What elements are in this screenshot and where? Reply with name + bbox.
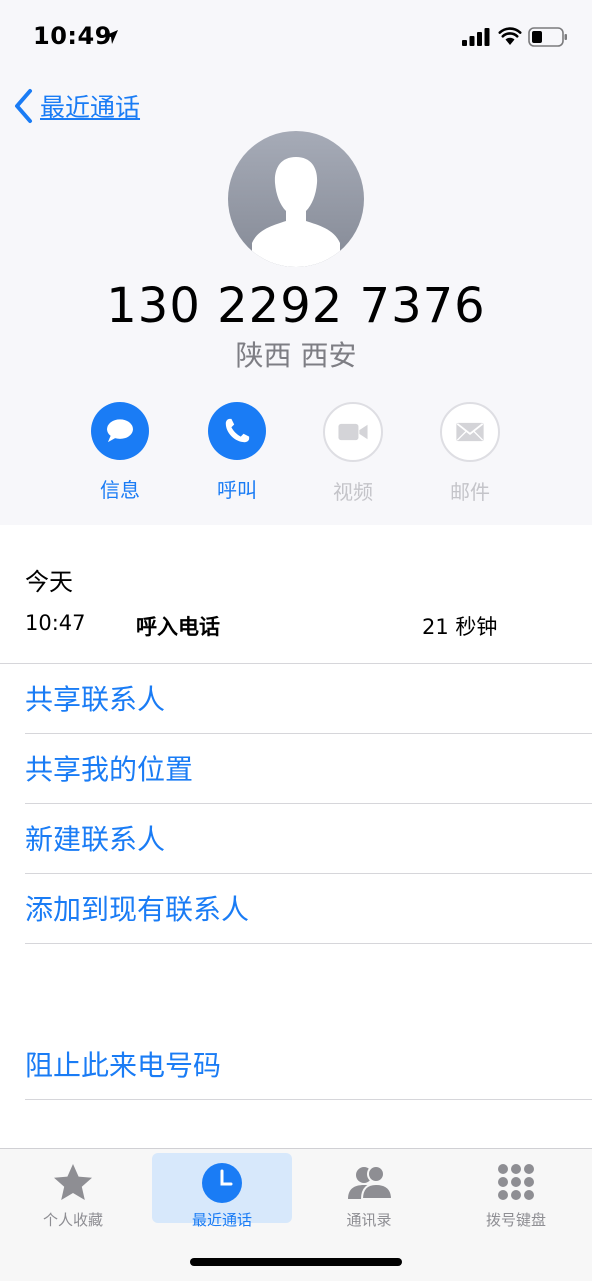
location-arrow-icon: [104, 30, 118, 44]
mail-action[interactable]: 邮件: [412, 402, 528, 505]
mail-action-label: 邮件: [450, 480, 490, 504]
tab-contacts[interactable]: 通讯录: [299, 1153, 439, 1229]
call-log-type: 呼入电话: [136, 615, 220, 639]
video-icon: [338, 423, 368, 441]
call-action-circle: [208, 402, 266, 460]
back-button-label: 最近通话: [40, 93, 141, 122]
divider: [25, 803, 592, 804]
video-action[interactable]: 视频: [295, 402, 411, 505]
star-icon: [54, 1164, 92, 1200]
block-caller-button[interactable]: 阻止此来电号码: [25, 1034, 221, 1094]
video-action-circle: [323, 402, 383, 462]
call-log-time: 10:47: [25, 611, 86, 635]
call-log-day: 今天: [25, 568, 73, 596]
tab-recents-label: 最近通话: [191, 1211, 252, 1229]
contact-location: 陕西 西安: [235, 339, 357, 372]
tab-favorites-label: 个人收藏: [42, 1211, 103, 1229]
message-action-circle: [91, 402, 149, 460]
share-my-location-button[interactable]: 共享我的位置: [25, 738, 193, 798]
create-new-contact-button[interactable]: 新建联系人: [25, 808, 165, 868]
call-action-label: 呼叫: [217, 478, 257, 502]
person-silhouette-icon: [228, 131, 364, 267]
tab-favorites[interactable]: 个人收藏: [3, 1153, 143, 1229]
phone-icon: [225, 418, 250, 443]
wifi-icon: [498, 27, 522, 45]
back-button[interactable]: 最近通话: [12, 86, 140, 126]
clock-icon: [202, 1163, 242, 1203]
status-time: 10:49: [33, 22, 112, 50]
battery-icon: [528, 27, 567, 47]
home-indicator: [190, 1258, 402, 1266]
contacts-icon: [348, 1165, 394, 1200]
chevron-left-icon: [15, 89, 32, 123]
divider: [0, 663, 592, 664]
tab-recents[interactable]: 最近通话: [152, 1153, 292, 1229]
mail-action-circle: [440, 402, 500, 462]
add-to-existing-contact-button[interactable]: 添加到现有联系人: [25, 878, 249, 938]
keypad-icon: [498, 1164, 534, 1200]
share-contact-button[interactable]: 共享联系人: [25, 668, 165, 728]
cellular-signal-icon: [462, 28, 490, 46]
divider: [25, 873, 592, 874]
mail-icon: [456, 422, 484, 442]
video-action-label: 视频: [333, 480, 373, 504]
tab-keypad-label: 拨号键盘: [485, 1211, 546, 1229]
contact-actions: 信息 呼叫 视频 邮件: [62, 402, 530, 512]
contact-avatar: [228, 131, 364, 267]
contact-phone-number: 130 2292 7376: [106, 278, 486, 334]
message-icon: [107, 419, 133, 443]
call-log-duration: 21 秒钟: [422, 615, 498, 639]
message-action[interactable]: 信息: [62, 402, 178, 503]
tab-contacts-label: 通讯录: [346, 1211, 392, 1229]
divider: [25, 733, 592, 734]
divider: [25, 1099, 592, 1100]
tab-keypad[interactable]: 拨号键盘: [446, 1153, 586, 1229]
call-action[interactable]: 呼叫: [179, 402, 295, 503]
status-bar: 10:49: [0, 0, 592, 70]
message-action-label: 信息: [100, 478, 140, 502]
divider: [25, 943, 592, 944]
